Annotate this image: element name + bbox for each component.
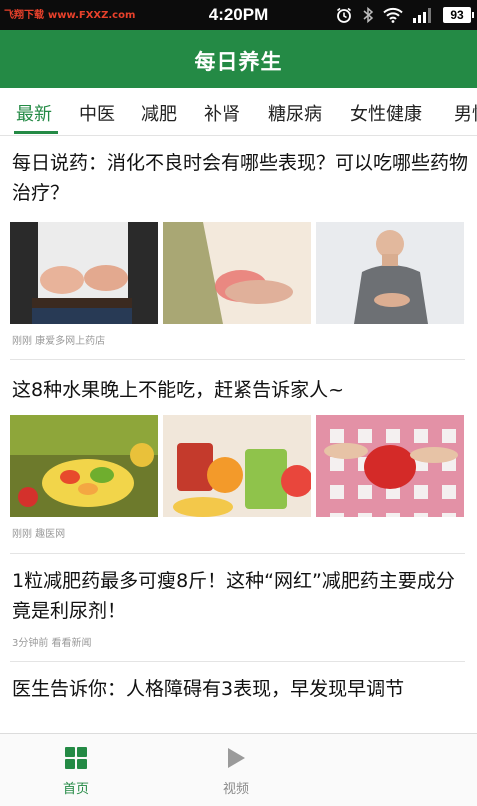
- wifi-icon: [383, 7, 403, 23]
- tab-latest[interactable]: 最新: [16, 100, 52, 126]
- bottom-nav: 首页 视频: [0, 733, 477, 806]
- tab-tcm[interactable]: 中医: [79, 100, 115, 126]
- article-card[interactable]: 每日说药：消化不良时会有哪些表现？可以吃哪些药物治疗？ 刚刚 康爱多网上药店: [0, 136, 477, 360]
- page-title: 每日养生: [194, 50, 283, 74]
- tab-mens[interactable]: 男性: [454, 100, 477, 126]
- nav-home[interactable]: 首页: [36, 746, 116, 797]
- nav-home-label: 首页: [62, 782, 89, 797]
- article-title[interactable]: 每日说药：消化不良时会有哪些表现？可以吃哪些药物治疗？: [12, 148, 468, 208]
- status-bar: 飞翔下载 www.FXXZ.com 4:20PM 93: [0, 0, 477, 30]
- app-header: 每日养生: [0, 30, 477, 88]
- nav-video-label: 视频: [222, 782, 249, 797]
- bluetooth-icon: [363, 6, 374, 24]
- article-card[interactable]: 这8种水果晚上不能吃，赶紧告诉家人~ 刚刚 趣医网: [0, 360, 477, 554]
- article-image[interactable]: [316, 415, 464, 517]
- article-title[interactable]: 1粒减肥药最多可瘦8斤！这种“网红”减肥药主要成分竟是利尿剂！: [12, 566, 468, 626]
- active-tab-indicator: [14, 131, 58, 134]
- article-image[interactable]: [10, 415, 158, 517]
- status-icons: 93: [335, 5, 474, 25]
- article-title[interactable]: 医生告诉你：人格障碍有3表现，早发现早调节: [12, 674, 468, 704]
- play-icon: [228, 748, 245, 768]
- tab-diabetes[interactable]: 糖尿病: [268, 100, 322, 126]
- tab-weight-loss[interactable]: 减肥: [141, 100, 177, 126]
- article-image[interactable]: [316, 222, 464, 324]
- article-card[interactable]: 1粒减肥药最多可瘦8斤！这种“网红”减肥药主要成分竟是利尿剂！ 3分钟前 看看新…: [0, 554, 477, 662]
- article-meta: 3分钟前 看看新闻: [12, 638, 92, 649]
- article-image[interactable]: [163, 222, 311, 324]
- category-tabs: 最新 中医 减肥 补肾 糖尿病 女性健康 男性: [0, 88, 477, 136]
- signal-icon: [413, 8, 431, 23]
- article-image[interactable]: [163, 415, 311, 517]
- grid-icon: [65, 747, 87, 769]
- nav-video[interactable]: 视频: [196, 746, 276, 797]
- alarm-icon: [337, 7, 351, 23]
- article-image[interactable]: [10, 222, 158, 324]
- article-meta: 刚刚 康爱多网上药店: [12, 336, 106, 347]
- battery-icon: 93: [443, 7, 474, 23]
- article-meta: 刚刚 趣医网: [12, 529, 66, 540]
- article-title[interactable]: 这8种水果晚上不能吃，赶紧告诉家人~: [12, 375, 468, 405]
- tab-kidney[interactable]: 补肾: [204, 100, 240, 126]
- tab-womens-health[interactable]: 女性健康: [350, 100, 422, 126]
- article-card[interactable]: 医生告诉你：人格障碍有3表现，早发现早调节: [0, 662, 477, 733]
